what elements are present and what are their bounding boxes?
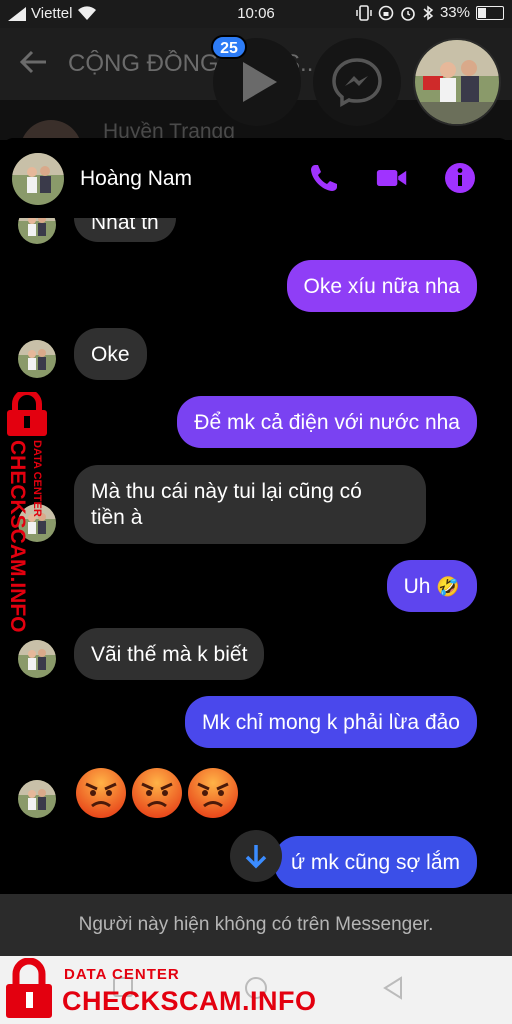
chat-header: Hoàng Nam [0, 138, 512, 218]
arrow-down-icon [245, 845, 267, 869]
message-outgoing[interactable]: Mk chỉ mong k phải lừa đảo [184, 696, 477, 748]
video-camera-icon[interactable] [376, 162, 408, 194]
vibrate-icon [356, 4, 372, 21]
unavailable-notice-bar: Người này hiện không có trên Messenger. [0, 894, 512, 956]
avatar [18, 340, 56, 378]
message-incoming[interactable]: Oke [74, 328, 147, 380]
padlock-icon [6, 958, 52, 1018]
back-icon[interactable] [382, 976, 404, 1000]
phone-icon[interactable] [308, 162, 340, 194]
info-icon[interactable] [444, 162, 476, 194]
message-incoming[interactable]: Mà thu cái này tui lại cũng có tiền à [74, 465, 426, 544]
battery-icon [476, 5, 504, 20]
unavailable-notice: Người này hiện không có trên Messenger. [78, 914, 434, 935]
chat-head-contact[interactable] [413, 38, 501, 126]
battery-percent: 33% [439, 4, 470, 21]
rolling-laughing-emoji: 🤣 [436, 577, 460, 598]
angry-face-icon [188, 768, 238, 818]
message-line: Mà thu cái này tui lại cũng có [91, 480, 362, 503]
message-text: Uh [403, 575, 431, 598]
message-line: tiền à [91, 506, 143, 529]
unread-badge: 25 [211, 35, 247, 59]
emoji-message[interactable] [74, 766, 254, 822]
watermark-side: CHECKSCAM.INFO DATA CENTER [3, 392, 55, 642]
contact-name[interactable]: Hoàng Nam [80, 167, 192, 191]
watermark-small-vertical: DATA CENTER [31, 440, 43, 517]
contact-photo [12, 153, 64, 205]
message-outgoing[interactable]: ứ mk cũng sợ lắm [273, 836, 477, 888]
message-outgoing[interactable]: Để mk cả điện với nước nha [177, 396, 477, 448]
rotation-lock-icon [378, 5, 394, 20]
watermark-big-vertical: CHECKSCAM.INFO [6, 440, 29, 633]
message-outgoing[interactable]: Oke xíu nữa nha [286, 260, 477, 312]
messenger-icon [332, 58, 382, 108]
angry-face-icon [132, 768, 182, 818]
watermark-big: CHECKSCAM.INFO [62, 986, 317, 1016]
back-arrow-icon[interactable] [18, 46, 50, 78]
bluetooth-icon [423, 5, 434, 20]
angry-face-icon [76, 768, 126, 818]
watermark-small: DATA CENTER [64, 966, 180, 983]
avatar [18, 640, 56, 678]
message-incoming[interactable]: Vãi thế mà k biết [74, 628, 265, 680]
alarm-icon [401, 6, 415, 21]
chat-panel: Hoàng Nam Nhất th Oke xíu nữa nha Oke Để… [0, 138, 512, 894]
chat-head-messenger[interactable] [313, 38, 401, 126]
avatar [18, 780, 56, 818]
scroll-to-bottom-button[interactable] [230, 830, 282, 882]
avatar[interactable] [12, 153, 64, 205]
status-bar: Viettel 10:06 33% [0, 0, 512, 28]
contact-photo [415, 40, 499, 124]
padlock-icon [7, 392, 47, 436]
message-outgoing[interactable]: Uh 🤣 [386, 560, 477, 612]
